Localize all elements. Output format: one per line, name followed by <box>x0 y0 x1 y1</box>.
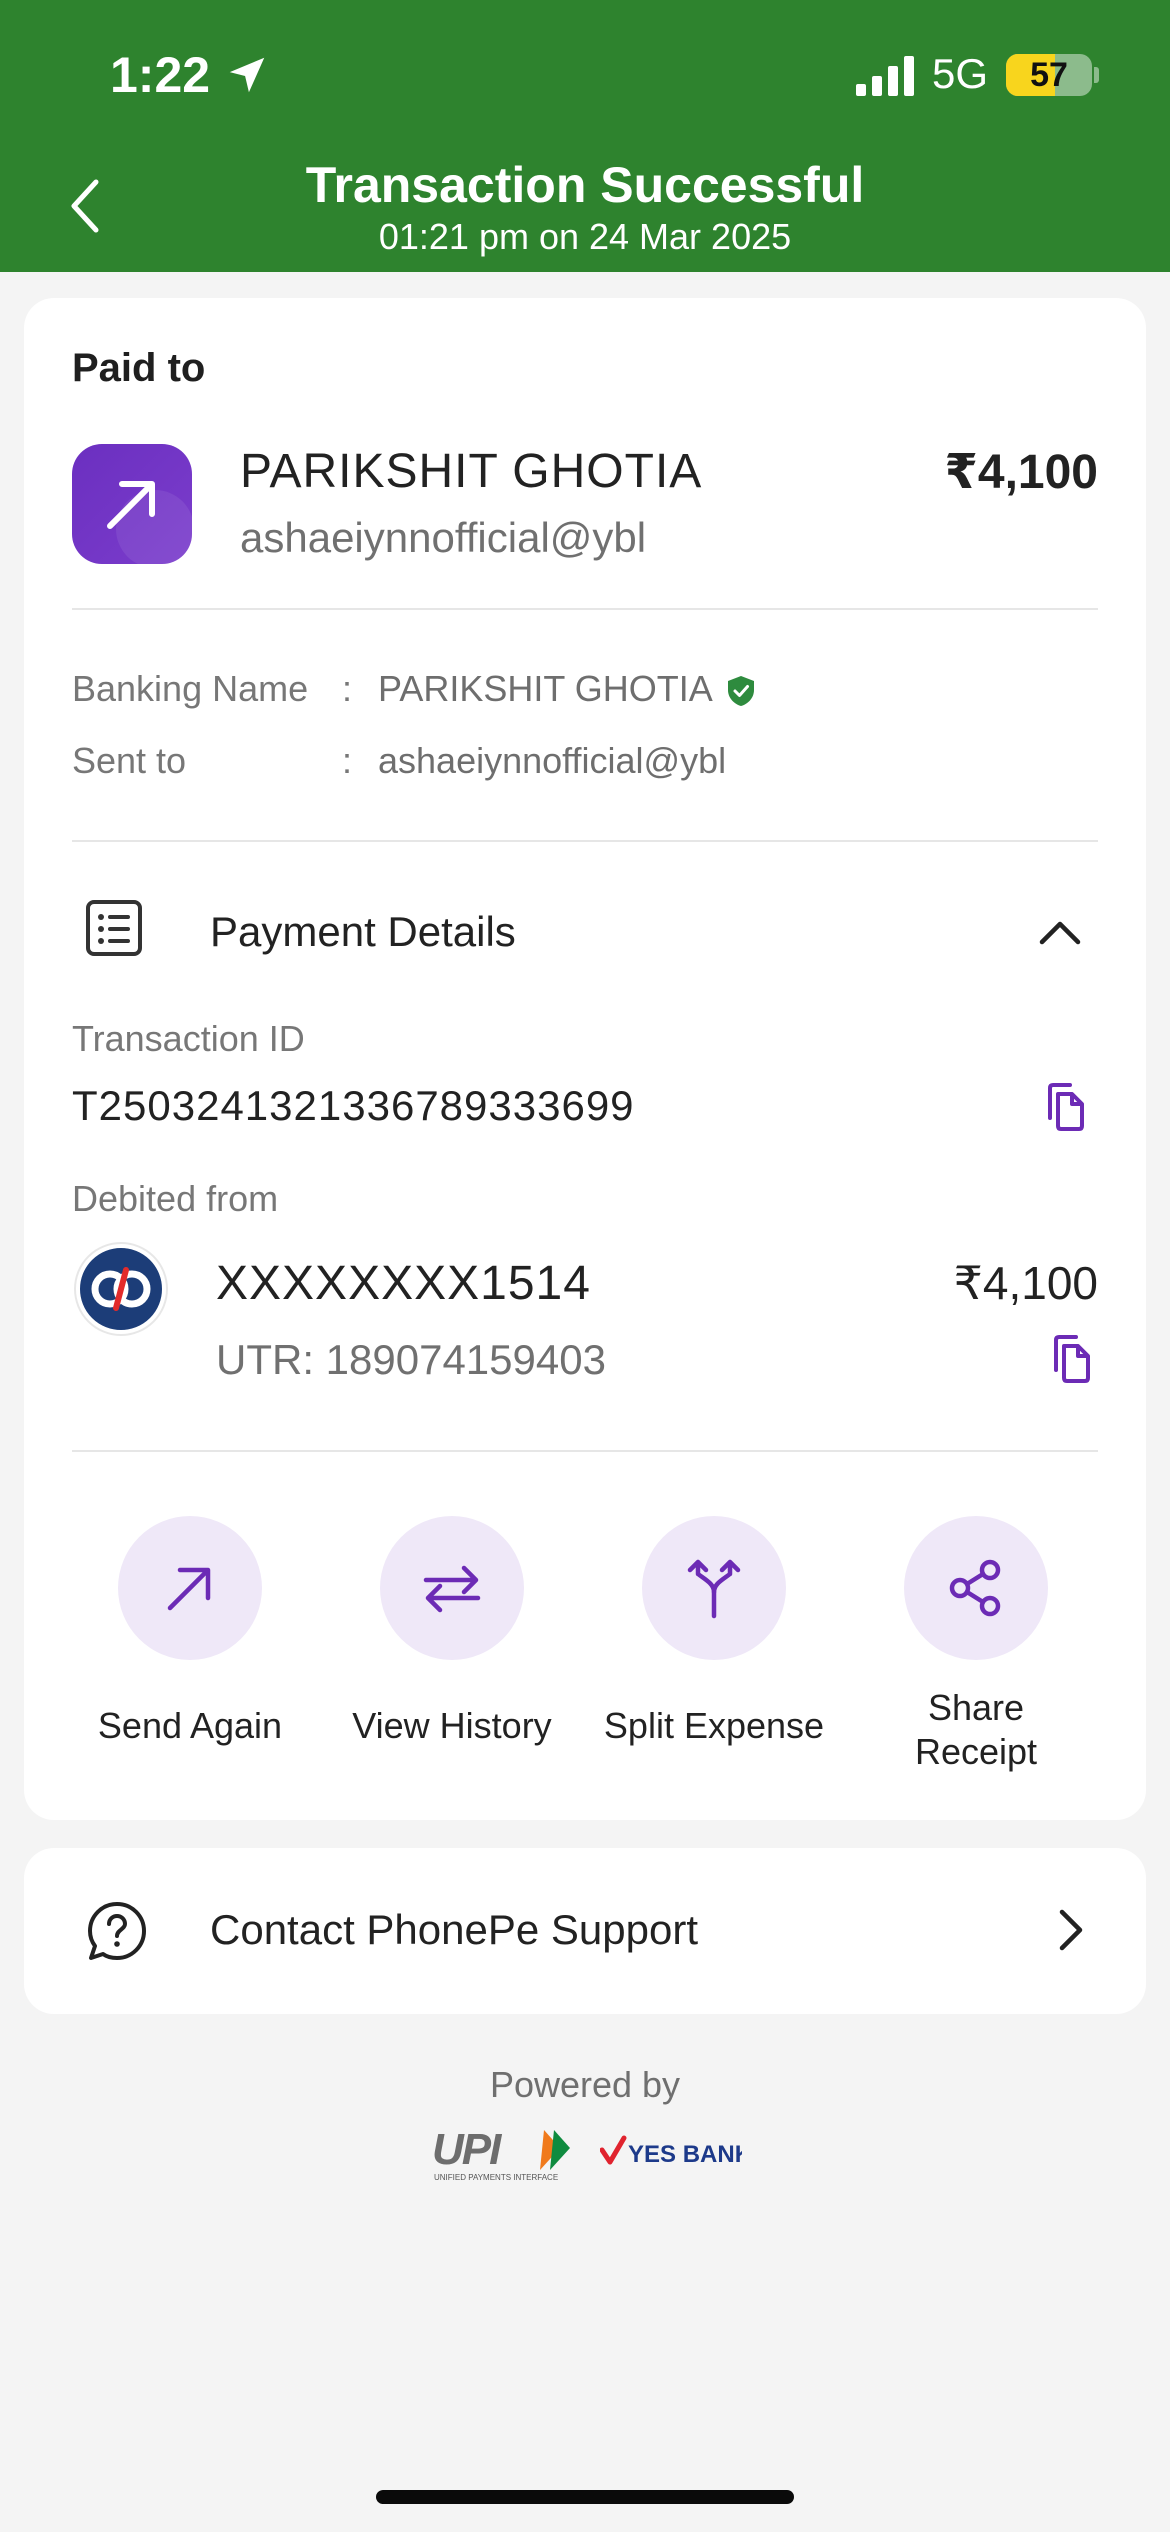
verified-shield-icon <box>728 676 754 706</box>
signal-icon <box>856 56 914 96</box>
debited-amount: ₹4,100 <box>953 1257 1098 1309</box>
home-indicator[interactable] <box>376 2490 794 2504</box>
arrow-up-right-icon <box>167 1567 211 1611</box>
contact-support-row[interactable]: Contact PhonePe Support <box>24 1848 1146 2014</box>
sent-to-value: ashaeiynnofficial@ybl <box>378 740 727 781</box>
header-bar: 1:22 5G 57 Transaction Successful 01:21 … <box>0 0 1170 272</box>
utr-number: UTR: 189074159403 <box>216 1336 606 1383</box>
debit-account-number: XXXXXXXX1514 <box>216 1257 591 1310</box>
page-title: Transaction Successful <box>305 157 865 213</box>
send-again-label: Send Again <box>97 1705 283 1746</box>
copy-icon[interactable] <box>1048 1334 1094 1384</box>
paid-amount: ₹4,100 <box>944 446 1098 499</box>
receipt-list-icon <box>86 900 142 956</box>
copy-icon[interactable] <box>1042 1082 1088 1132</box>
payee-name: PARIKSHIT GHOTIA <box>240 445 703 498</box>
split-expense-circle[interactable] <box>642 1516 786 1660</box>
swap-arrows-icon <box>423 1565 481 1613</box>
debited-from-label: Debited from <box>72 1178 279 1219</box>
svg-text:YES BANK: YES BANK <box>628 2141 742 2168</box>
divider <box>72 1450 1098 1452</box>
send-again-button[interactable]: Send Again <box>70 1516 310 1748</box>
yes-bank-logo: YES BANK <box>600 2135 742 2168</box>
sent-to-label: Sent to <box>72 740 187 781</box>
help-chat-icon <box>88 1902 146 1960</box>
banking-name-value: PARIKSHIT GHOTIA <box>378 668 713 709</box>
share-icon <box>949 1559 1001 1617</box>
share-receipt-label: Share Receipt <box>914 1687 1038 1772</box>
split-arrows-icon <box>687 1559 741 1619</box>
network-type: 5G <box>932 50 989 97</box>
chevron-right-icon <box>1059 1909 1083 1951</box>
chevron-up-icon[interactable] <box>1038 910 1082 954</box>
arrow-up-right-icon <box>107 481 155 529</box>
battery-tip <box>1094 67 1099 83</box>
battery-icon: 57 <box>1006 54 1092 96</box>
svg-text:UPI: UPI <box>432 2125 502 2174</box>
split-expense-label: Split Expense <box>603 1705 825 1746</box>
location-arrow-icon <box>229 57 265 93</box>
send-again-circle[interactable] <box>118 1516 262 1660</box>
transaction-datetime: 01:21 pm on 24 Mar 2025 <box>378 216 792 257</box>
contact-support-label: Contact PhonePe Support <box>210 1906 699 1953</box>
svg-text:UNIFIED PAYMENTS INTERFACE: UNIFIED PAYMENTS INTERFACE <box>434 2173 558 2182</box>
colon: : <box>342 668 353 709</box>
split-expense-button[interactable]: Split Expense <box>594 1516 834 1748</box>
view-history-circle[interactable] <box>380 1516 524 1660</box>
payment-details-title: Payment Details <box>210 908 516 955</box>
colon: : <box>342 740 353 781</box>
bank-logo <box>76 1244 166 1334</box>
view-history-label: View History <box>352 1705 552 1746</box>
paid-to-label: Paid to <box>72 346 206 390</box>
share-receipt-button[interactable]: Share Receipt <box>856 1516 1096 1774</box>
transaction-id-value: T2503241321336789333699 <box>72 1082 635 1129</box>
bank-logo-mark <box>91 1267 151 1311</box>
banking-name-label: Banking Name <box>72 668 309 709</box>
payee-vpa: ashaeiynnofficial@ybl <box>240 514 647 561</box>
powered-by-label: Powered by <box>489 2064 681 2105</box>
payee-avatar <box>72 444 192 564</box>
upi-logo: UPI UNIFIED PAYMENTS INTERFACE <box>432 2125 570 2182</box>
divider <box>72 608 1098 610</box>
status-time: 1:22 <box>110 47 211 103</box>
view-history-button[interactable]: View History <box>332 1516 572 1748</box>
transaction-id-label: Transaction ID <box>72 1018 305 1059</box>
divider <box>72 840 1098 842</box>
transaction-card: Paid to PARIKSHIT GHOTIA ashaeiynnoffici… <box>24 298 1146 1820</box>
battery-percent: 57 <box>1030 56 1068 94</box>
share-receipt-circle[interactable] <box>904 1516 1048 1660</box>
